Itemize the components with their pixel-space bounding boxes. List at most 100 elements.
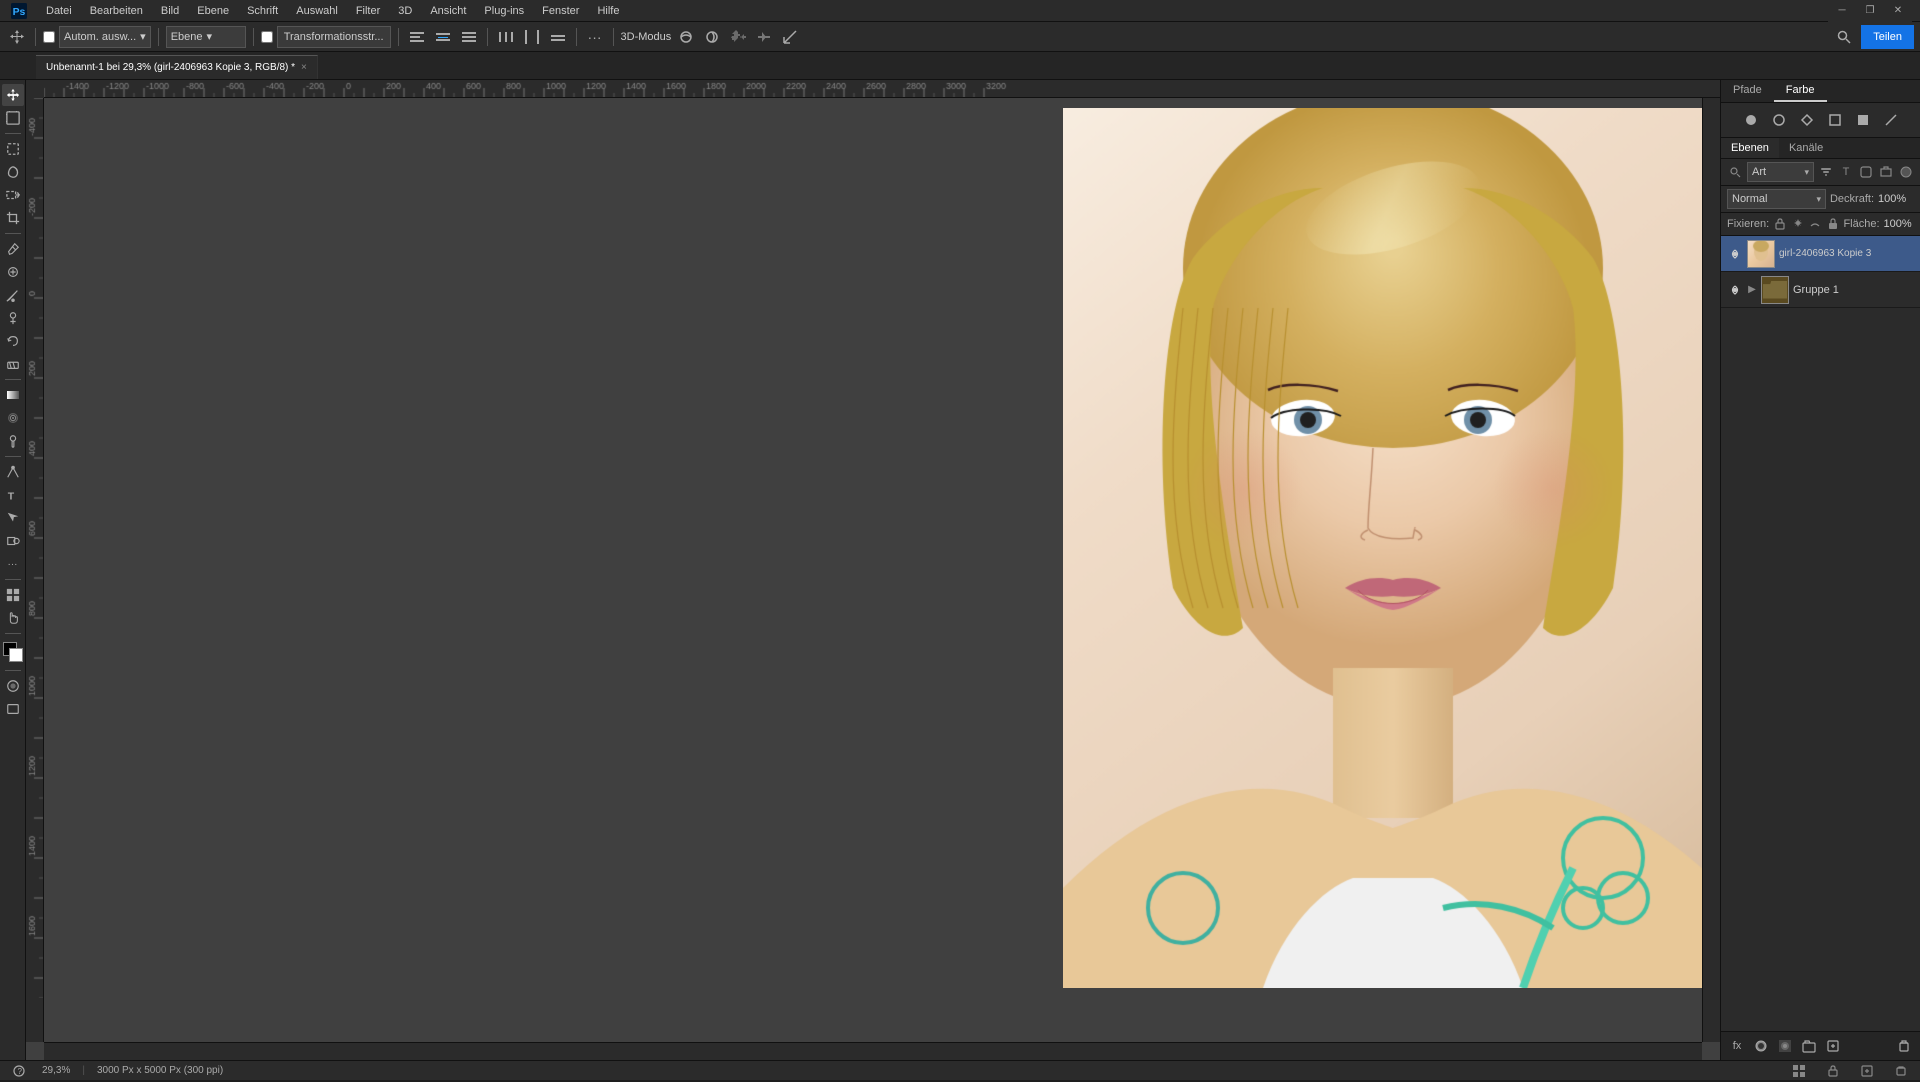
layer-filter-icon-2[interactable]: T [1838,164,1854,180]
layer-visibility-1[interactable] [1727,282,1743,298]
layer-group-button[interactable] [1799,1036,1819,1056]
close-button[interactable]: ✕ [1884,0,1912,22]
move-tool-icon[interactable] [6,26,28,48]
layer-new-button[interactable] [1823,1036,1843,1056]
slide-3d-icon[interactable] [753,26,775,48]
align-bottom-icon[interactable] [458,26,480,48]
background-color[interactable] [9,648,23,662]
document-canvas[interactable] [1063,108,1702,988]
quick-mask-tool[interactable] [2,675,24,697]
minimize-button[interactable]: ─ [1828,0,1856,22]
type-tool[interactable]: T [2,484,24,506]
more-icon[interactable]: ··· [584,26,606,48]
distribute-3-icon[interactable] [547,26,569,48]
dodge-tool[interactable] [2,430,24,452]
artboard-tool[interactable] [2,107,24,129]
menu-fenster[interactable]: Fenster [534,3,587,19]
vertical-scrollbar[interactable] [1702,98,1720,1042]
healing-tool[interactable] [2,261,24,283]
history-brush-tool[interactable] [2,330,24,352]
art-filter-dropdown[interactable]: Art ▾ [1747,162,1814,182]
ebene-dropdown[interactable]: Ebene ▾ [166,26,246,48]
layer-filter-icon-3[interactable] [1858,164,1874,180]
share-button[interactable]: Teilen [1861,25,1914,49]
scale-3d-icon[interactable] [779,26,801,48]
transformations-checkbox[interactable] [261,31,273,43]
farbe-tab[interactable]: Farbe [1774,80,1827,102]
kanaele-tab[interactable]: Kanäle [1779,138,1833,158]
shape-line-icon[interactable] [1880,109,1902,131]
menu-schrift[interactable]: Schrift [239,3,286,19]
brush-tool[interactable] [2,284,24,306]
ebenen-tab[interactable]: Ebenen [1721,138,1779,158]
menu-datei[interactable]: Datei [38,3,80,19]
distribute-icon[interactable] [495,26,517,48]
gradient-tool[interactable] [2,384,24,406]
align-center-v-icon[interactable] [432,26,454,48]
search-icon[interactable] [1833,26,1855,48]
transformationsstr-btn[interactable]: Transformationsstr... [277,26,391,48]
layer-mask-button[interactable] [1751,1036,1771,1056]
autom-checkbox[interactable] [43,31,55,43]
status-trash-icon[interactable] [1890,1060,1912,1082]
menu-hilfe[interactable]: Hilfe [589,3,627,19]
eraser-tool[interactable] [2,353,24,375]
blend-mode-dropdown[interactable]: Normal ▾ [1727,189,1826,209]
horizontal-scrollbar[interactable] [44,1042,1702,1060]
menu-ansicht[interactable]: Ansicht [422,3,474,19]
autom-dropdown[interactable]: Autom. ausw... ▾ [59,26,151,48]
rotate-3d-icon[interactable] [675,26,697,48]
screen-mode-tool[interactable] [2,698,24,720]
menu-ebene[interactable]: Ebene [189,3,237,19]
pen-tool[interactable] [2,461,24,483]
menu-bild[interactable]: Bild [153,3,187,19]
marquee-tool[interactable] [2,138,24,160]
layer-expand-1[interactable]: ▶ [1747,282,1757,298]
distribute-2-icon[interactable] [521,26,543,48]
layer-filter-toggle[interactable] [1898,164,1914,180]
menu-3d[interactable]: 3D [390,3,420,19]
menu-auswahl[interactable]: Auswahl [288,3,346,19]
layer-filter-icon-4[interactable] [1878,164,1894,180]
color-swatch[interactable] [3,642,23,662]
zoom-view-toggle[interactable] [2,584,24,606]
shape-rect-icon[interactable] [1824,109,1846,131]
lock-art-icon[interactable] [1808,216,1822,232]
status-icon-1[interactable]: ? [8,1060,30,1082]
layer-delete-button[interactable] [1894,1036,1914,1056]
layer-fx-button[interactable]: fx [1727,1036,1747,1056]
layer-adjustment-button[interactable] [1775,1036,1795,1056]
shape-circle-outline-icon[interactable] [1768,109,1790,131]
menu-bearbeiten[interactable]: Bearbeiten [82,3,151,19]
shape-circle-icon[interactable] [1740,109,1762,131]
shape-tool[interactable] [2,530,24,552]
path-select-tool[interactable] [2,507,24,529]
hand-tool[interactable] [2,607,24,629]
status-lock-icon[interactable] [1822,1060,1844,1082]
object-select-tool[interactable] [2,184,24,206]
layer-filter-icon-1[interactable] [1818,164,1834,180]
status-grid-icon[interactable] [1788,1060,1810,1082]
pfade-tab[interactable]: Pfade [1721,80,1774,102]
more-tools-btn[interactable]: ··· [2,553,24,575]
crop-tool[interactable] [2,207,24,229]
layer-visibility-0[interactable] [1727,246,1743,262]
eyedropper-tool[interactable] [2,238,24,260]
pan-3d-icon[interactable] [727,26,749,48]
lasso-tool[interactable] [2,161,24,183]
tab-close-button[interactable]: × [301,62,307,73]
layer-item-1[interactable]: ▶ Gruppe 1 [1721,272,1920,308]
clone-stamp-tool[interactable] [2,307,24,329]
menu-plugins[interactable]: Plug-ins [476,3,532,19]
shape-rect-fill-icon[interactable] [1852,109,1874,131]
blur-tool[interactable] [2,407,24,429]
move-tool[interactable] [2,84,24,106]
shape-diamond-icon[interactable] [1796,109,1818,131]
align-left-icon[interactable] [406,26,428,48]
layer-item-0[interactable]: girl-2406963 Kopie 3 [1721,236,1920,272]
roll-3d-icon[interactable] [701,26,723,48]
maximize-button[interactable]: ❐ [1856,0,1884,22]
lock-move-icon[interactable] [1791,216,1805,232]
document-tab[interactable]: Unbenannt-1 bei 29,3% (girl-2406963 Kopi… [36,55,318,79]
menu-filter[interactable]: Filter [348,3,388,19]
